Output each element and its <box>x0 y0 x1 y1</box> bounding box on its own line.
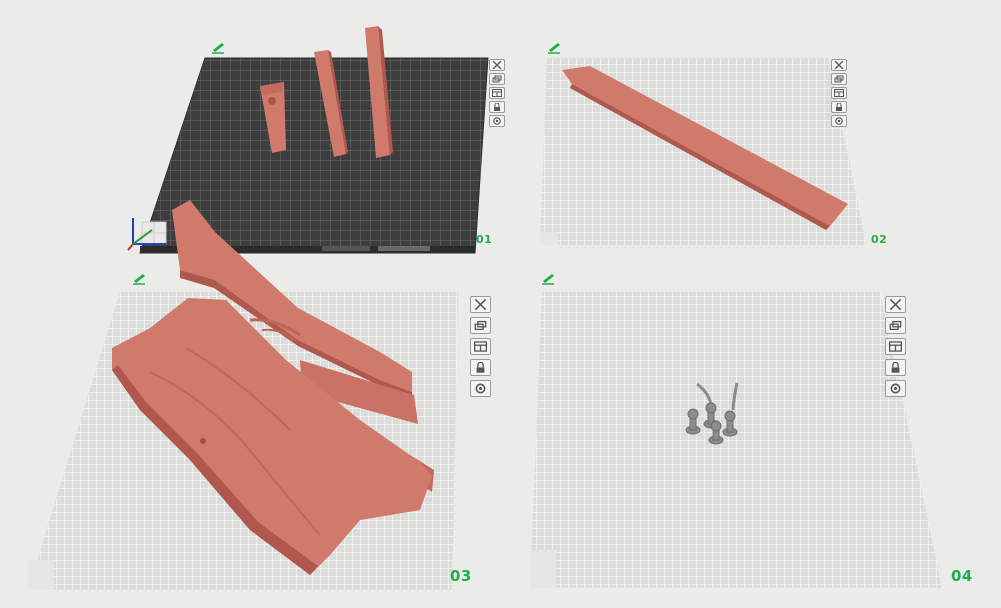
auto-orient-button[interactable] <box>831 73 847 85</box>
plate-label-04: 04 <box>951 567 973 585</box>
edit-plate-03-icon[interactable] <box>133 274 145 285</box>
auto-orient-button[interactable] <box>470 317 491 334</box>
settings-gear-icon <box>835 117 843 125</box>
arrange-icon <box>834 89 844 97</box>
arrange-button[interactable] <box>831 87 847 99</box>
arrange-button[interactable] <box>489 87 505 99</box>
lock-icon <box>494 103 500 111</box>
plate-settings-button[interactable] <box>470 380 491 397</box>
lock-icon <box>891 362 900 373</box>
lock-icon <box>476 362 485 373</box>
arrange-icon <box>889 341 902 352</box>
plate-01-toolbar <box>489 59 505 127</box>
lock-icon <box>836 103 842 111</box>
plate-settings-button[interactable] <box>831 115 847 127</box>
lock-plate-button[interactable] <box>831 101 847 113</box>
close-plate-button[interactable] <box>885 296 906 313</box>
orient-icon <box>492 75 502 83</box>
arrange-button[interactable] <box>885 338 906 355</box>
edit-plate-01-icon[interactable] <box>212 43 224 54</box>
lock-plate-button[interactable] <box>489 101 505 113</box>
settings-gear-icon <box>475 383 486 394</box>
plate-label-01: 01 <box>476 233 493 246</box>
plate-settings-button[interactable] <box>489 115 505 127</box>
arrange-button[interactable] <box>470 338 491 355</box>
edit-plate-04-icon[interactable] <box>542 274 554 285</box>
close-x-icon <box>834 61 844 69</box>
orient-icon <box>889 320 902 331</box>
orient-icon <box>474 320 487 331</box>
close-plate-button[interactable] <box>831 59 847 71</box>
edit-plate-02-icon[interactable] <box>548 43 560 54</box>
plate-label-02: 02 <box>871 233 888 246</box>
plate-settings-button[interactable] <box>885 380 906 397</box>
auto-orient-button[interactable] <box>489 73 505 85</box>
build-plate-04[interactable] <box>530 292 942 588</box>
plate-label-03: 03 <box>450 567 472 585</box>
auto-orient-button[interactable] <box>885 317 906 334</box>
arrange-icon <box>492 89 502 97</box>
lock-plate-button[interactable] <box>470 359 491 376</box>
build-plate-03[interactable] <box>28 200 458 590</box>
plate-03-toolbar <box>470 296 491 397</box>
close-x-icon <box>492 61 502 69</box>
build-plate-02[interactable] <box>540 58 866 245</box>
close-plate-button[interactable] <box>470 296 491 313</box>
plate-02-toolbar <box>831 59 847 127</box>
lock-plate-button[interactable] <box>885 359 906 376</box>
settings-gear-icon <box>493 117 501 125</box>
settings-gear-icon <box>890 383 901 394</box>
close-x-icon <box>889 299 902 310</box>
close-x-icon <box>474 299 487 310</box>
arrange-icon <box>474 341 487 352</box>
plate-04-toolbar <box>885 296 906 397</box>
close-plate-button[interactable] <box>489 59 505 71</box>
orient-icon <box>834 75 844 83</box>
